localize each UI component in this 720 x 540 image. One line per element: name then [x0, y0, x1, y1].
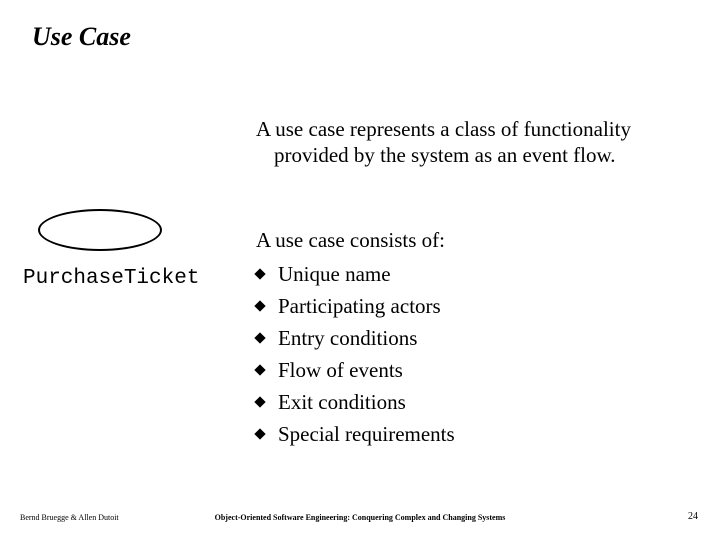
- slide: Use Case A use case represents a class o…: [0, 0, 720, 540]
- slide-title: Use Case: [32, 22, 131, 52]
- list-item: Special requirements: [256, 418, 455, 450]
- list-item: Entry conditions: [256, 322, 455, 354]
- footer-page-number: 24: [688, 511, 698, 522]
- diamond-bullet-icon: [254, 332, 265, 343]
- list-item-label: Exit conditions: [278, 390, 406, 415]
- diamond-bullet-icon: [254, 396, 265, 407]
- consists-list: Unique name Participating actors Entry c…: [256, 258, 455, 450]
- diamond-bullet-icon: [254, 268, 265, 279]
- consists-heading: A use case consists of:: [256, 228, 445, 253]
- list-item-label: Entry conditions: [278, 326, 417, 351]
- list-item: Participating actors: [256, 290, 455, 322]
- list-item: Flow of events: [256, 354, 455, 386]
- list-item-label: Special requirements: [278, 422, 455, 447]
- list-item: Exit conditions: [256, 386, 455, 418]
- diamond-bullet-icon: [254, 300, 265, 311]
- usecase-ellipse-icon: [38, 209, 162, 251]
- list-item-label: Unique name: [278, 262, 391, 287]
- list-item-label: Participating actors: [278, 294, 441, 319]
- usecase-name-label: PurchaseTicket: [23, 267, 199, 290]
- diamond-bullet-icon: [254, 428, 265, 439]
- diamond-bullet-icon: [254, 364, 265, 375]
- footer-book-title: Object-Oriented Software Engineering: Co…: [0, 513, 720, 522]
- list-item-label: Flow of events: [278, 358, 403, 383]
- list-item: Unique name: [256, 258, 455, 290]
- intro-paragraph: A use case represents a class of functio…: [256, 116, 704, 169]
